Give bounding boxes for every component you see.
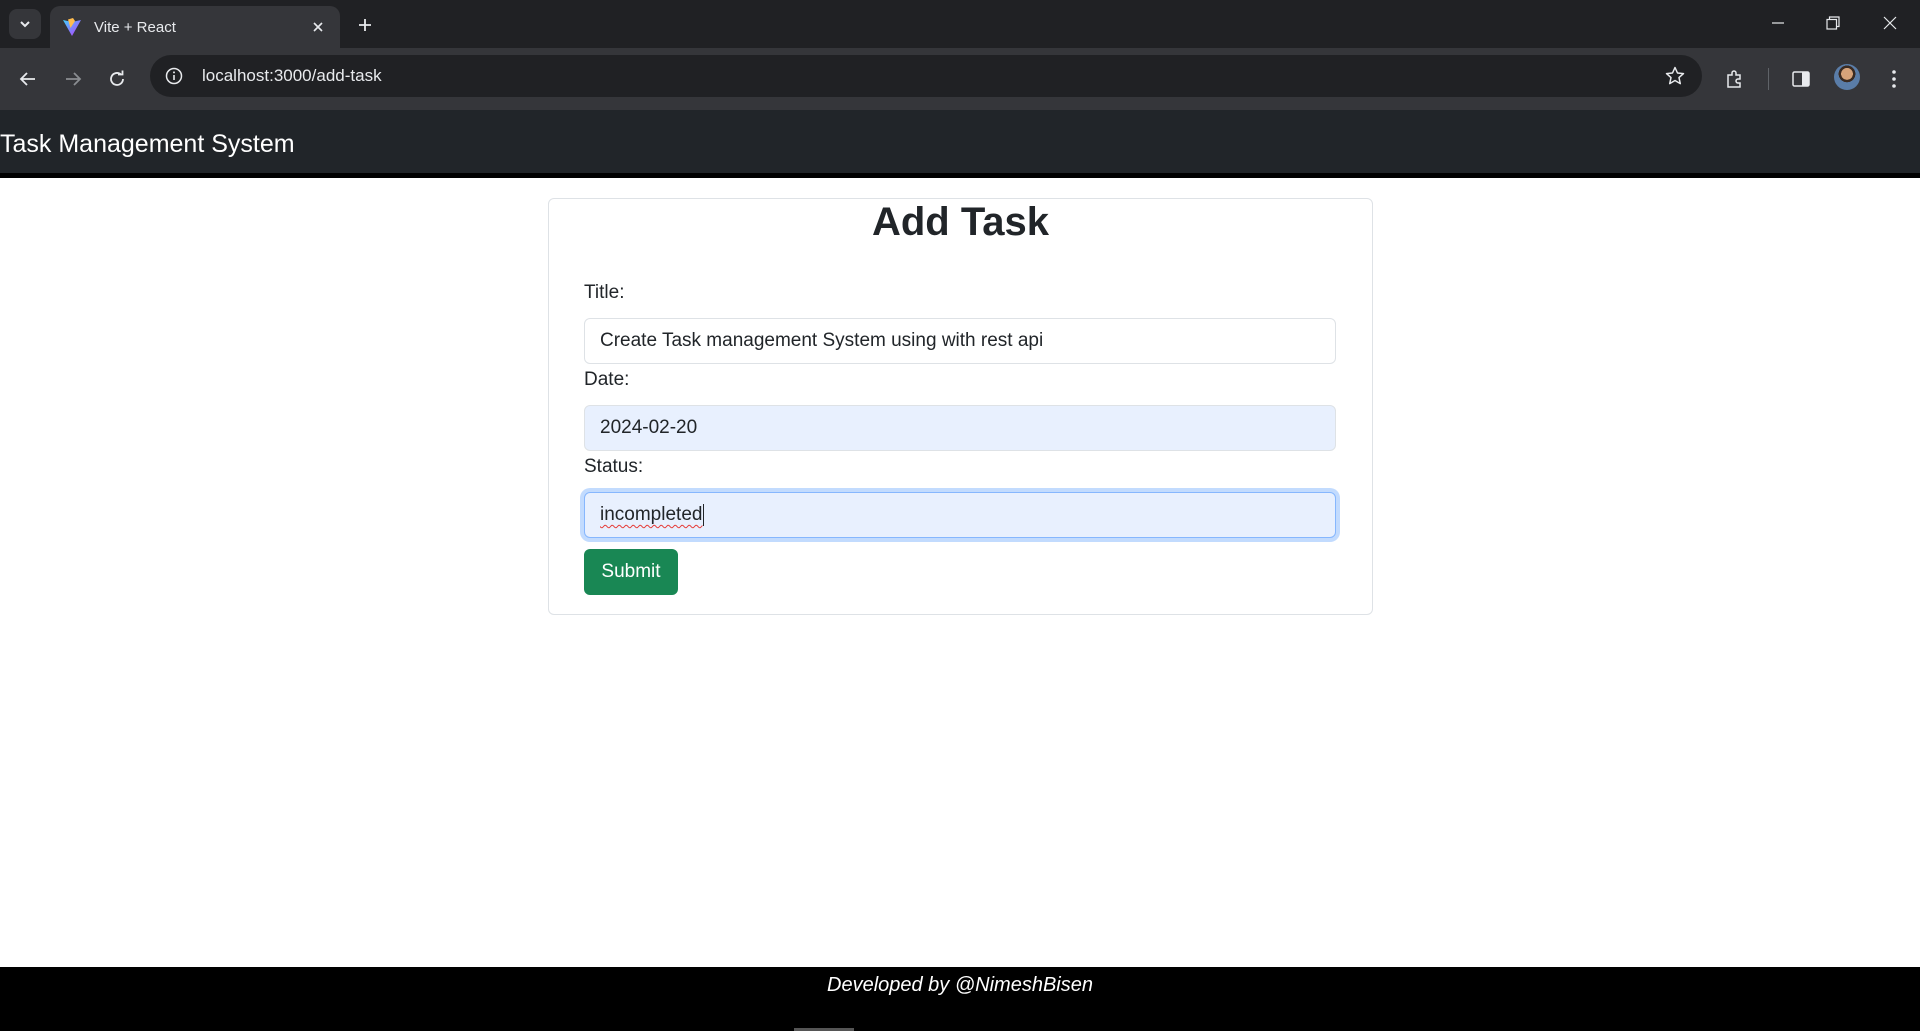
arrow-right-icon [66,72,82,86]
address-bar[interactable]: localhost:3000/add-task [150,55,1702,97]
side-panel-icon [1792,71,1810,87]
browser-tabstrip: Vite + React [0,0,1920,48]
vite-logo-icon [63,18,81,36]
bookmark-button[interactable] [1660,61,1690,91]
plus-icon [359,19,371,31]
side-panel-button[interactable] [1784,62,1818,96]
restore-icon [1826,16,1840,30]
new-tab-button[interactable] [352,12,378,38]
close-tab-button[interactable] [308,17,328,37]
site-info-button[interactable] [160,62,188,90]
minimize-button[interactable] [1758,8,1798,38]
close-icon [313,22,323,32]
date-label: Date: [584,369,630,390]
restore-button[interactable] [1813,8,1853,38]
browser-menu-button[interactable] [1877,62,1911,96]
status-label: Status: [584,456,644,477]
title-input[interactable] [584,318,1336,364]
back-button[interactable] [11,62,45,96]
minimize-icon [1772,22,1784,24]
browser-tab[interactable]: Vite + React [50,6,340,48]
close-icon [1883,16,1897,30]
url-text: localhost:3000/add-task [202,66,382,85]
profile-avatar[interactable] [1834,64,1860,90]
page-title: Add Task [871,200,1050,244]
reload-button[interactable] [100,62,134,96]
close-window-button[interactable] [1870,8,1910,38]
reload-icon [110,70,124,86]
app-title[interactable]: Task Management System [0,130,295,159]
status-input-value: incompleted [600,504,703,525]
app-navbar: Task Management System [0,110,1920,178]
chevron-down-icon [20,21,30,28]
date-input[interactable] [584,405,1336,451]
info-icon [165,67,183,85]
title-label: Title: [584,282,625,303]
footer-credit: Developed by @NimeshBisen [827,974,1093,996]
tab-title: Vite + React [94,18,176,36]
puzzle-icon [1727,70,1741,88]
more-vertical-icon [1892,70,1896,88]
browser-toolbar: localhost:3000/add-task [0,48,1920,110]
toolbar-divider [1768,68,1769,90]
arrow-left-icon [19,72,35,86]
status-input[interactable]: incompleted [584,492,1336,538]
tab-search-button[interactable] [9,9,41,39]
text-caret [703,504,705,526]
forward-button[interactable] [56,62,90,96]
extensions-button[interactable] [1718,62,1752,96]
star-icon [1665,66,1685,85]
submit-button[interactable]: Submit [584,549,678,595]
